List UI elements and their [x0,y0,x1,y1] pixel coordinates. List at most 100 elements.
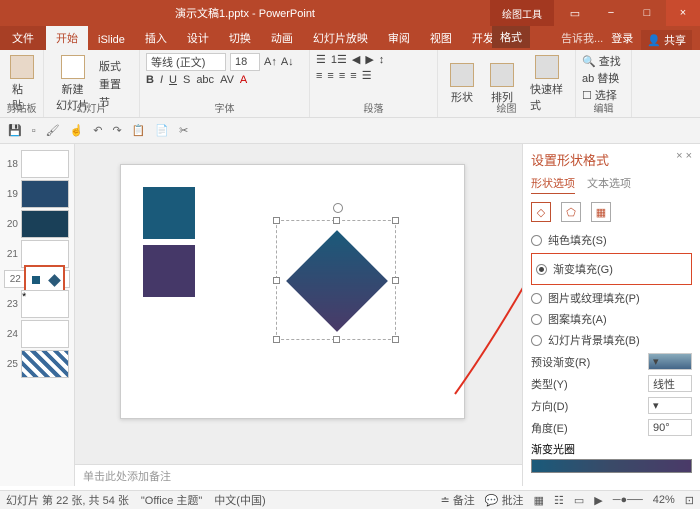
align-left-button[interactable]: ≡ [316,70,322,82]
justify-button[interactable]: ≡ [350,70,356,82]
replace-button[interactable]: ab 替换 [582,70,625,86]
numbering-button[interactable]: 1☰ [331,53,347,66]
view-reading-icon[interactable]: ▭ [574,494,584,507]
pane-close-icon[interactable]: × × [676,150,692,175]
radio-slidebg-fill[interactable]: 幻灯片背景填充(B) [531,332,692,348]
qat-format-icon[interactable]: ✂ [179,124,188,137]
maximize-button[interactable]: □ [630,0,664,26]
tab-review[interactable]: 审阅 [378,26,420,50]
resize-handle[interactable] [392,336,399,343]
thumb-25[interactable]: 25 [4,350,70,378]
pane-tab-text[interactable]: 文本选项 [587,175,631,194]
find-button[interactable]: 🔍 查找 [582,53,625,69]
status-comments-button[interactable]: 💬 批注 [485,492,524,508]
increase-font-icon[interactable]: A↑ [264,56,277,68]
radio-solid-fill[interactable]: 纯色填充(S) [531,232,692,248]
indent-decrease-button[interactable]: ◀ [352,53,360,66]
thumb-22[interactable]: 22 [4,270,70,288]
shape-square-purple[interactable] [143,245,195,297]
tab-insert[interactable]: 插入 [135,26,177,50]
thumb-23[interactable]: 23* [4,290,70,318]
shape-selection-box[interactable] [276,220,396,340]
login-link[interactable]: 登录 [611,30,633,50]
align-right-button[interactable]: ≡ [339,70,345,82]
resize-handle[interactable] [273,217,280,224]
tell-me[interactable]: 告诉我... [561,30,603,50]
thumb-21[interactable]: 21 [4,240,70,268]
bullets-button[interactable]: ☰ [316,53,326,66]
preset-gradient-picker[interactable]: ▾ [648,353,692,370]
rotation-handle-icon[interactable] [333,203,343,213]
layout-button[interactable]: 版式 [99,58,121,74]
resize-handle[interactable] [333,217,340,224]
shadow-button[interactable]: S [183,74,190,86]
radio-picture-fill[interactable]: 图片或纹理填充(P) [531,290,692,306]
resize-handle[interactable] [392,217,399,224]
tab-format[interactable]: 格式 [492,26,530,48]
view-normal-icon[interactable]: ▦ [534,494,544,507]
align-center-button[interactable]: ≡ [327,70,333,82]
reset-button[interactable]: 重置 [99,76,121,92]
tab-view[interactable]: 视图 [420,26,462,50]
indent-increase-button[interactable]: ▶ [365,53,373,66]
thumb-19[interactable]: 19 [4,180,70,208]
italic-button[interactable]: I [160,74,163,86]
qat-undo-icon[interactable]: ↶ [93,124,102,137]
tab-islide[interactable]: iSlide [88,30,135,50]
tab-slideshow[interactable]: 幻灯片放映 [303,26,378,50]
tab-design[interactable]: 设计 [177,26,219,50]
gradient-stops-slider[interactable] [531,459,692,473]
font-name-select[interactable]: 等线 (正文) [146,53,226,71]
columns-button[interactable]: ☰ [362,69,372,82]
qat-touch-icon[interactable]: ☝ [70,124,84,137]
decrease-font-icon[interactable]: A↓ [281,56,294,68]
zoom-level[interactable]: 42% [653,494,675,506]
text-direction-button[interactable]: ↕ [379,54,385,66]
tab-animations[interactable]: 动画 [261,26,303,50]
gradient-direction-picker[interactable]: ▾ [648,397,692,414]
minimize-button[interactable]: − [594,0,628,26]
font-color-button[interactable]: A [240,74,247,86]
slide-canvas[interactable]: 单击此处添加备注 [75,144,522,486]
notes-placeholder[interactable]: 单击此处添加备注 [75,464,522,486]
underline-button[interactable]: U [169,74,177,86]
effects-tab-icon[interactable]: ⬠ [561,202,581,222]
tab-transitions[interactable]: 切换 [219,26,261,50]
font-size-select[interactable]: 18 [230,53,260,71]
resize-handle[interactable] [273,277,280,284]
view-sorter-icon[interactable]: ☷ [554,494,564,507]
tab-home[interactable]: 开始 [46,26,88,50]
size-tab-icon[interactable]: ▦ [591,202,611,222]
resize-handle[interactable] [333,336,340,343]
shape-square-teal[interactable] [143,187,195,239]
radio-gradient-fill[interactable]: 渐变填充(G) [536,261,687,277]
char-spacing-button[interactable]: AV [220,74,234,86]
pane-tab-shape[interactable]: 形状选项 [531,175,575,194]
status-notes-button[interactable]: ≐ 备注 [441,492,475,508]
shape-diamond[interactable] [286,230,388,332]
qat-save-icon[interactable]: 💾 [8,124,22,137]
resize-handle[interactable] [273,336,280,343]
bold-button[interactable]: B [146,74,154,86]
close-button[interactable]: × [666,0,700,26]
radio-pattern-fill[interactable]: 图案填充(A) [531,311,692,327]
strikethrough-button[interactable]: abc [196,74,214,86]
qat-new-icon[interactable]: ▫ [32,125,36,137]
zoom-slider[interactable]: ─●── [613,494,643,506]
fill-tab-icon[interactable]: ◇ [531,202,551,222]
thumb-24[interactable]: 24 [4,320,70,348]
thumb-18[interactable]: 18 [4,150,70,178]
qat-brush-icon[interactable]: 🖌 [46,124,60,137]
resize-handle[interactable] [392,277,399,284]
slide-thumbnails[interactable]: 18 19 20 21 22 23* 24 25 [0,144,75,486]
status-language[interactable]: 中文(中国) [214,492,265,508]
qat-paste-icon[interactable]: 📋 [132,124,146,137]
fit-window-icon[interactable]: ⊡ [685,494,694,507]
thumb-20[interactable]: 20 [4,210,70,238]
share-button[interactable]: 👤 共享 [641,30,692,50]
ribbon-display-icon[interactable]: ▭ [558,0,592,26]
qat-redo-icon[interactable]: ↷ [113,124,122,137]
tab-file[interactable]: 文件 [0,26,46,50]
view-slideshow-icon[interactable]: ▶ [594,494,602,507]
gradient-type-select[interactable]: 线性 [648,375,692,392]
